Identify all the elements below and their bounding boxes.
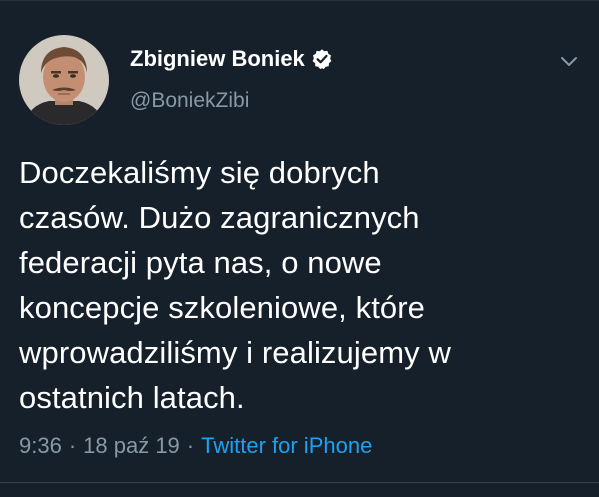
meta-separator: · — [186, 433, 195, 458]
bottom-divider — [0, 482, 599, 483]
verified-badge-icon — [311, 48, 333, 70]
tweet-meta: 9:36 · 18 paź 19 · Twitter for iPhone — [19, 432, 372, 460]
top-divider — [0, 0, 599, 1]
avatar[interactable] — [19, 35, 109, 125]
tweet-source-link[interactable]: Twitter for iPhone — [201, 433, 372, 458]
author-handle[interactable]: @BoniekZibi — [130, 88, 249, 114]
tweet-time[interactable]: 9:36 — [19, 433, 62, 458]
tweet-date[interactable]: 18 paź 19 — [83, 433, 180, 458]
author-display-name[interactable]: Zbigniew Boniek — [130, 46, 305, 72]
avatar-image — [19, 35, 109, 125]
meta-separator: · — [68, 433, 77, 458]
chevron-down-icon[interactable] — [558, 50, 580, 72]
tweet-text: Doczekaliśmy się dobrych czasów. Dużo za… — [19, 155, 451, 415]
author-name-row[interactable]: Zbigniew Boniek — [130, 46, 333, 72]
